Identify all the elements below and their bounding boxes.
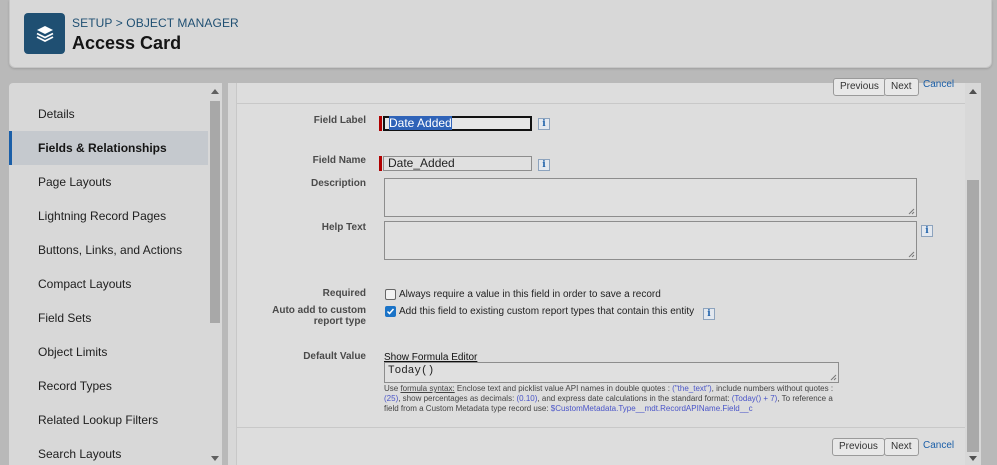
field-label-label: Field Label bbox=[313, 115, 366, 126]
scroll-up-arrow-icon[interactable] bbox=[969, 89, 977, 94]
sidebar-item-related-lookup-filters[interactable]: Related Lookup Filters bbox=[9, 403, 208, 437]
auto-add-label-line1: Auto add to custom bbox=[272, 305, 366, 316]
breadcrumb-setup[interactable]: SETUP bbox=[72, 16, 112, 30]
sidebar-item-label: Related Lookup Filters bbox=[38, 413, 159, 427]
sidebar-scrollbar[interactable] bbox=[208, 83, 222, 465]
field-label-value: Date Added bbox=[389, 116, 452, 130]
sidebar-item-object-limits[interactable]: Object Limits bbox=[9, 335, 208, 369]
field-name-input[interactable]: Date_Added bbox=[383, 156, 532, 171]
sidebar-item-label: Field Sets bbox=[38, 311, 92, 325]
sidebar: Details Fields & Relationships Page Layo… bbox=[9, 83, 222, 465]
sidebar-item-label: Buttons, Links, and Actions bbox=[38, 243, 183, 257]
info-icon[interactable]: i bbox=[703, 308, 715, 320]
checkmark-icon bbox=[386, 308, 395, 315]
main-scrollbar[interactable] bbox=[965, 83, 981, 465]
resize-grip-icon[interactable] bbox=[829, 373, 837, 381]
layers-icon bbox=[24, 13, 65, 54]
breadcrumb-separator: > bbox=[115, 16, 123, 30]
default-value-label: Default Value bbox=[303, 351, 366, 362]
sidebar-item-label: Details bbox=[38, 107, 75, 121]
field-name-label: Field Name bbox=[312, 155, 366, 166]
help-text-textarea[interactable] bbox=[384, 221, 917, 260]
sidebar-item-label: Page Layouts bbox=[38, 175, 112, 189]
sidebar-item-buttons-links-actions[interactable]: Buttons, Links, and Actions bbox=[9, 233, 208, 267]
sidebar-item-field-sets[interactable]: Field Sets bbox=[9, 301, 208, 335]
scroll-up-arrow-icon[interactable] bbox=[211, 89, 219, 94]
info-icon[interactable]: i bbox=[538, 118, 550, 130]
page-header: SETUP > OBJECT MANAGER Access Card bbox=[9, 0, 992, 68]
sidebar-item-details[interactable]: Details bbox=[9, 97, 208, 131]
default-value-input[interactable]: Today() bbox=[384, 362, 839, 383]
help-use: Use bbox=[384, 384, 401, 393]
previous-button-bottom[interactable]: Previous bbox=[832, 438, 885, 456]
scroll-down-arrow-icon[interactable] bbox=[211, 456, 219, 461]
sidebar-item-label: Record Types bbox=[38, 379, 112, 393]
sidebar-item-page-layouts[interactable]: Page Layouts bbox=[9, 165, 208, 199]
previous-button-top[interactable]: Previous bbox=[833, 78, 886, 96]
default-value-text: Today() bbox=[388, 365, 435, 377]
info-icon[interactable]: i bbox=[921, 225, 933, 237]
field-edit-panel: Previous Next Cancel Field Label Date Ad… bbox=[228, 78, 965, 465]
sidebar-item-label: Compact Layouts bbox=[38, 277, 132, 291]
help-t3: , show percentages as decimals: bbox=[398, 394, 517, 403]
help-example: $CustomMetadata.Type__mdt.RecordAPIName.… bbox=[550, 404, 753, 413]
help-t4: , and express date calculations in the s… bbox=[537, 394, 732, 403]
info-icon[interactable]: i bbox=[538, 159, 550, 171]
cancel-link-top[interactable]: Cancel bbox=[923, 79, 954, 90]
description-textarea[interactable] bbox=[384, 178, 917, 217]
resize-grip-icon[interactable] bbox=[907, 207, 915, 215]
sidebar-item-label: Object Limits bbox=[38, 345, 108, 359]
page-title: Access Card bbox=[72, 33, 182, 53]
required-indicator bbox=[379, 156, 382, 171]
app-window: SETUP > OBJECT MANAGER Access Card Detai… bbox=[0, 0, 997, 465]
help-t1: Enclose text and picklist value API name… bbox=[454, 384, 673, 393]
sidebar-item-label: Fields & Relationships bbox=[38, 141, 167, 155]
breadcrumb: SETUP > OBJECT MANAGER bbox=[72, 16, 239, 30]
main-scroll-thumb[interactable] bbox=[967, 180, 979, 452]
field-label-input[interactable]: Date Added bbox=[383, 116, 532, 131]
sidebar-item-lightning-record-pages[interactable]: Lightning Record Pages bbox=[9, 199, 208, 233]
auto-add-label: Auto add to custom report type bbox=[236, 305, 366, 327]
cancel-link-bottom[interactable]: Cancel bbox=[923, 440, 954, 451]
next-button-top[interactable]: Next bbox=[884, 78, 919, 96]
required-label: Required bbox=[322, 288, 366, 299]
required-checkbox-text: Always require a value in this field in … bbox=[399, 289, 661, 300]
auto-add-checkbox-text: Add this field to existing custom report… bbox=[399, 306, 695, 317]
sidebar-item-record-types[interactable]: Record Types bbox=[9, 369, 208, 403]
sidebar-item-search-layouts[interactable]: Search Layouts bbox=[9, 437, 208, 465]
help-t2: , include numbers without quotes : bbox=[711, 384, 834, 393]
help-example: (25) bbox=[384, 394, 399, 403]
sidebar-item-compact-layouts[interactable]: Compact Layouts bbox=[9, 267, 208, 301]
auto-add-checkbox[interactable] bbox=[385, 306, 396, 317]
next-button-bottom[interactable]: Next bbox=[884, 438, 919, 456]
divider bbox=[236, 427, 965, 428]
sidebar-scroll-thumb[interactable] bbox=[210, 101, 220, 323]
sidebar-item-fields-relationships[interactable]: Fields & Relationships bbox=[9, 131, 208, 165]
help-example: ("the_text") bbox=[672, 384, 712, 393]
description-label: Description bbox=[310, 178, 366, 189]
sidebar-item-label: Lightning Record Pages bbox=[38, 209, 167, 223]
help-text-label: Help Text bbox=[321, 222, 366, 233]
help-example: (Today() + 7) bbox=[731, 394, 778, 403]
required-indicator bbox=[379, 116, 382, 131]
formula-help-text: Use formula syntax: Enclose text and pic… bbox=[384, 384, 844, 414]
formula-syntax-link[interactable]: formula syntax: bbox=[400, 384, 454, 393]
resize-grip-icon[interactable] bbox=[907, 250, 915, 258]
sidebar-item-label: Search Layouts bbox=[38, 447, 122, 461]
divider bbox=[236, 103, 965, 104]
breadcrumb-object-manager[interactable]: OBJECT MANAGER bbox=[126, 16, 239, 30]
help-example: (0.10) bbox=[516, 394, 538, 403]
required-checkbox[interactable] bbox=[385, 289, 396, 300]
auto-add-label-line2: report type bbox=[313, 316, 366, 327]
scroll-down-arrow-icon[interactable] bbox=[969, 456, 977, 461]
